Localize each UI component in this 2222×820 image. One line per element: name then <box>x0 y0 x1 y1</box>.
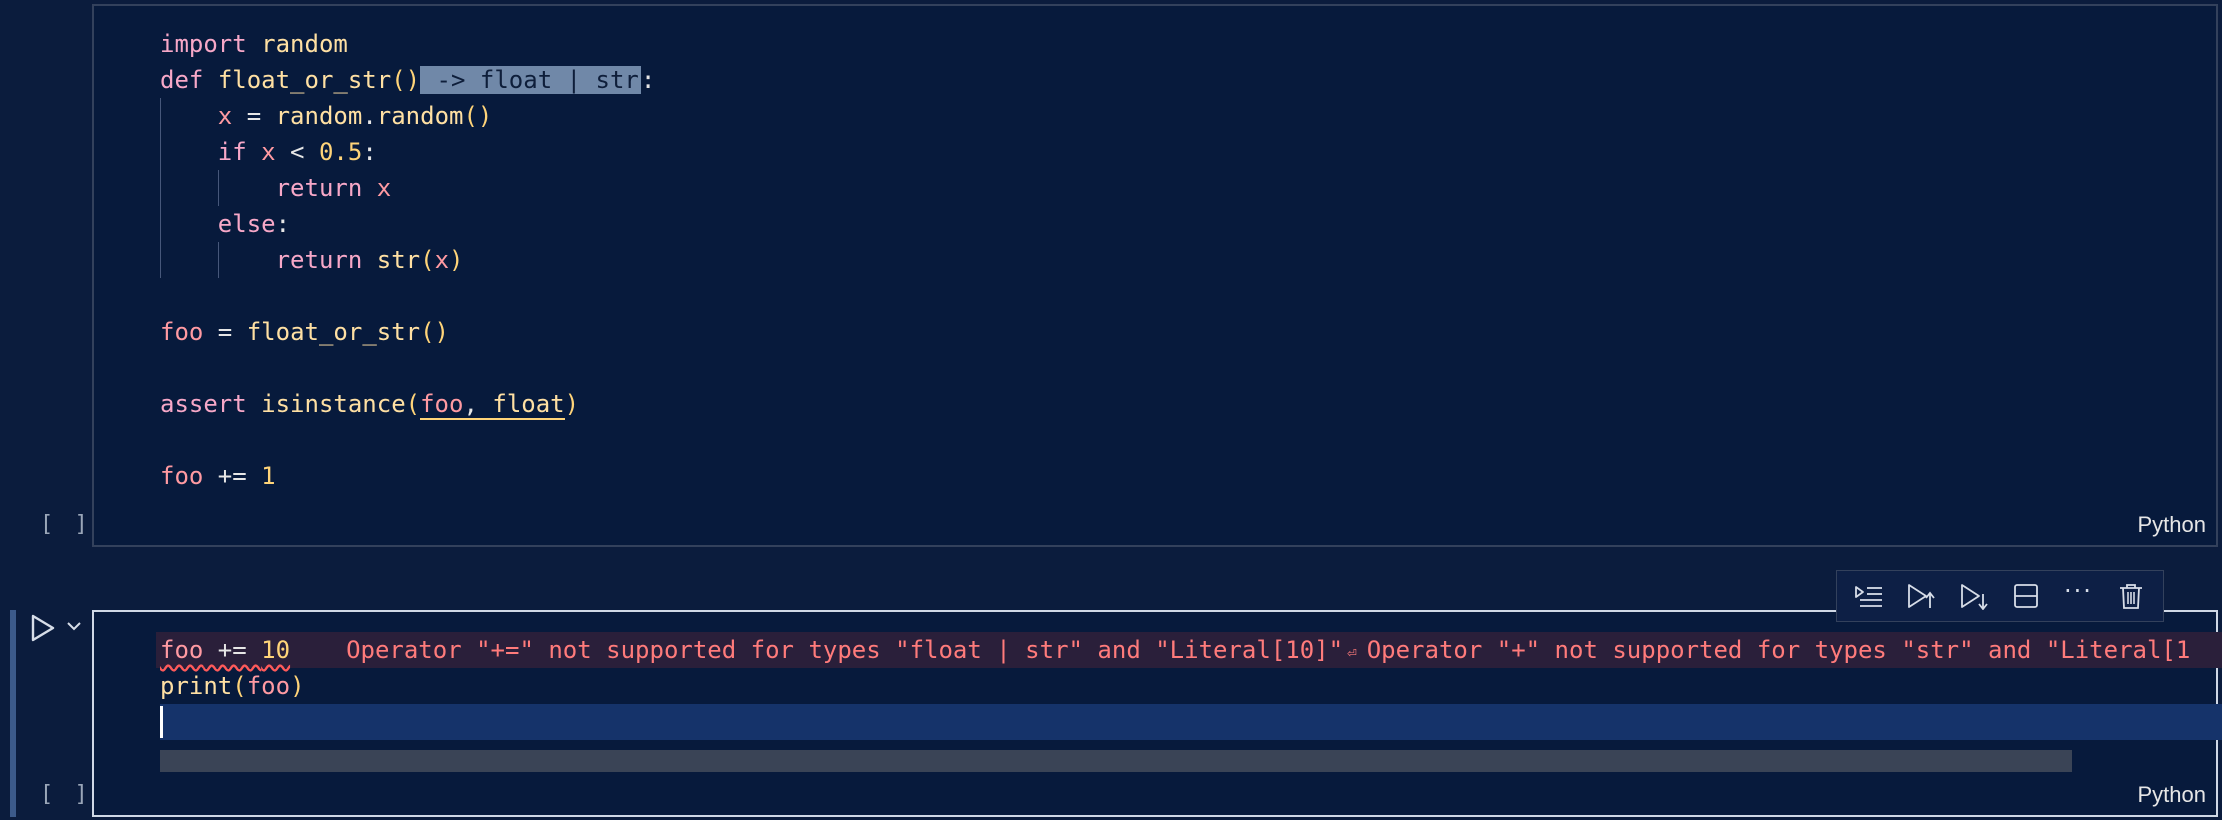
variable: foo <box>420 390 464 418</box>
code-line[interactable]: import random <box>160 26 2222 62</box>
run-cell-icon[interactable] <box>30 614 56 642</box>
paren: ( <box>405 390 421 418</box>
code-cell-1[interactable]: import random def float_or_str() -> floa… <box>0 0 2222 550</box>
keyword: def <box>160 66 204 94</box>
delete-cell-button[interactable] <box>2111 576 2151 616</box>
function-call: print <box>160 672 233 700</box>
operator: += <box>203 636 262 664</box>
code-line-empty[interactable] <box>160 278 2222 314</box>
execute-cell-and-below-icon <box>1960 584 1988 610</box>
variable: x <box>261 138 276 166</box>
language-picker[interactable]: Python <box>2138 512 2207 538</box>
code-line[interactable]: else: <box>160 206 2222 242</box>
paren: ) <box>405 66 421 94</box>
cell-toolbar: ··· <box>1836 570 2164 622</box>
code-line[interactable]: print(foo) <box>160 668 2222 704</box>
current-line-highlight[interactable] <box>160 704 2222 740</box>
cell-1-code[interactable]: import random def float_or_str() -> floa… <box>160 26 2222 494</box>
cell-focus-indicator <box>10 610 16 817</box>
paren: ) <box>449 246 464 274</box>
code-line-with-error[interactable]: foo += 10 Operator "+=" not supported for… <box>156 632 2222 668</box>
execute-cell-and-above-button[interactable] <box>1901 576 1941 616</box>
code-line[interactable]: def float_or_str() -> float | str: <box>160 62 2222 98</box>
function-name: float_or_str <box>217 66 392 94</box>
language-picker[interactable]: Python <box>2138 782 2207 808</box>
error-lens-message[interactable]: Operator "+=" not supported for types "f… <box>346 636 1343 664</box>
code-line[interactable]: return x <box>160 170 2222 206</box>
dot: . <box>362 102 377 130</box>
paren: ) <box>564 390 580 418</box>
function-call: float_or_str <box>246 318 421 346</box>
code-line[interactable]: x = random.random() <box>160 98 2222 134</box>
line-wrap-icon: ⏎ <box>1347 643 1357 662</box>
return-type-inlay-hint[interactable]: -> float | str <box>420 66 641 94</box>
paren: ) <box>290 672 305 700</box>
module-name: random <box>261 30 348 58</box>
variable: x <box>376 174 392 202</box>
number: 1 <box>261 462 276 490</box>
execute-cell-and-above-icon <box>1908 584 1936 608</box>
keyword: import <box>160 30 247 58</box>
keyword: else <box>217 210 276 238</box>
number: 10 <box>261 636 291 664</box>
variable: x <box>217 102 233 130</box>
keyword: return <box>275 174 363 202</box>
operator: = <box>203 318 247 346</box>
keyword: if <box>217 138 247 166</box>
type-name: float <box>492 390 565 418</box>
variable: foo <box>160 636 204 664</box>
code-line[interactable]: foo = float_or_str() <box>160 314 2222 350</box>
operator: += <box>203 462 262 490</box>
colon: : <box>275 210 291 238</box>
code-line[interactable]: assert isinstance(foo, float) <box>160 386 2222 422</box>
colon: : <box>362 138 377 166</box>
function-call: str <box>376 246 421 274</box>
code-line-empty[interactable] <box>160 350 2222 386</box>
cell-2-code[interactable]: foo += 10 Operator "+=" not supported for… <box>156 632 2222 740</box>
paren: () <box>420 318 450 346</box>
bracket-pair-highlight: foo, float <box>420 390 565 420</box>
paren: ( <box>420 246 435 274</box>
function-call: isinstance <box>261 390 406 418</box>
paren: () <box>463 102 493 130</box>
more-actions-button[interactable]: ··· <box>2058 576 2098 616</box>
execute-above-button[interactable] <box>1849 576 1889 616</box>
execution-count: [ ] <box>40 782 92 807</box>
variable: foo <box>160 318 204 346</box>
error-squiggle[interactable]: foo += 10 <box>160 636 290 664</box>
text-cursor <box>160 706 163 738</box>
variable: foo <box>246 672 291 700</box>
variable: x <box>434 246 450 274</box>
function-call: random <box>376 102 464 130</box>
execute-cell-and-below-button[interactable] <box>1954 576 1994 616</box>
split-cell-icon <box>2014 584 2039 608</box>
code-line-empty[interactable] <box>160 422 2222 458</box>
paren: ( <box>391 66 406 94</box>
paren: ( <box>232 672 247 700</box>
module-name: random <box>275 102 363 130</box>
execute-above-icon <box>1855 586 1883 607</box>
colon: : <box>640 66 656 94</box>
more-icon: ··· <box>2064 577 2093 605</box>
keyword: assert <box>160 390 247 418</box>
chevron-down-icon[interactable] <box>66 618 82 634</box>
trash-icon <box>2119 584 2142 609</box>
operator: < <box>275 138 319 166</box>
code-line[interactable]: return str(x) <box>160 242 2222 278</box>
separator: , <box>463 390 493 418</box>
number: 0.5 <box>318 138 363 166</box>
split-cell-button[interactable] <box>2006 576 2046 616</box>
code-line[interactable]: foo += 1 <box>160 458 2222 494</box>
variable: foo <box>160 462 204 490</box>
notebook-editor: import random def float_or_str() -> floa… <box>0 0 2222 820</box>
horizontal-scrollbar[interactable] <box>160 750 2072 772</box>
error-lens-message[interactable]: Operator "+" not supported for types "st… <box>1367 636 2191 664</box>
keyword: return <box>275 246 363 274</box>
operator: = <box>232 102 276 130</box>
execution-count: [ ] <box>40 512 92 537</box>
code-line[interactable]: if x < 0.5: <box>160 134 2222 170</box>
